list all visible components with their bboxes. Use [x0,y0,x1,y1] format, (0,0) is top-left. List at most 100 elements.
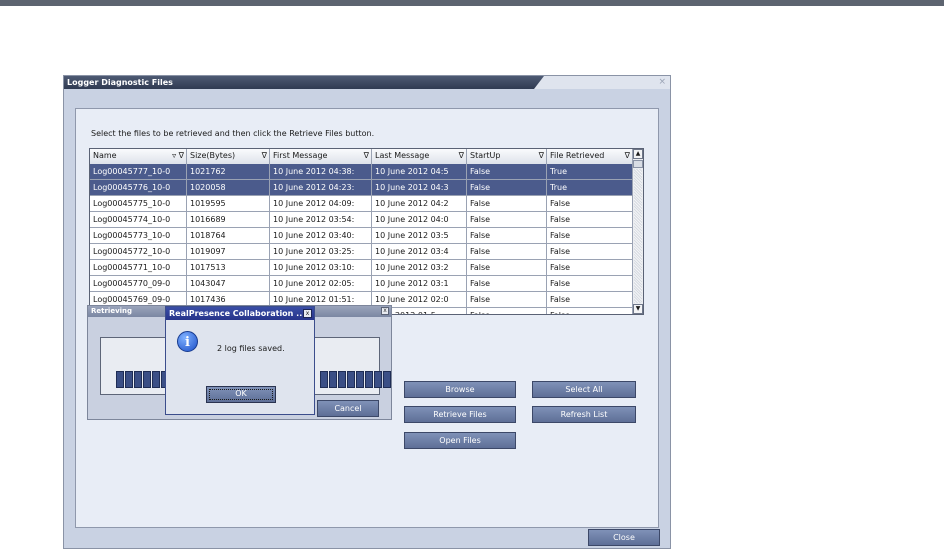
table-cell-startup: False [467,292,547,307]
table-cell-name: Log00045776_10-0 [90,180,187,195]
filter-icon[interactable]: ∇ [625,149,630,163]
table-cell-size: 1021762 [187,164,270,179]
progress-block [338,371,346,388]
table-row[interactable]: Log00045774_10-0 1016689 10 June 2012 03:5… [90,212,633,228]
table-cell-first: 10 June 2012 04:38: [270,164,372,179]
instruction-text: Select the files to be retrieved and the… [91,129,375,138]
column-header-size[interactable]: Size(Bytes) ∇ [187,149,270,164]
open-files-button[interactable]: Open Files [404,432,516,449]
table-cell-first: 10 June 2012 03:40: [270,228,372,243]
table-cell-retrieved: False [547,228,633,243]
info-icon: i [177,331,198,352]
table-row[interactable]: Log00045776_10-0 1020058 10 June 2012 04:2… [90,180,633,196]
select-all-button[interactable]: Select All [532,381,636,398]
progress-block [143,371,151,388]
table-cell-first: 10 June 2012 04:23: [270,180,372,195]
progress-bar-right [320,371,391,388]
table-cell-size: 1017513 [187,260,270,275]
progress-block [347,371,355,388]
progress-block [374,371,382,388]
close-icon[interactable]: × [658,76,666,88]
table-cell-name: Log00045773_10-0 [90,228,187,243]
table-cell-first: 10 June 2012 02:05: [270,276,372,291]
filter-icon[interactable]: ∇ [262,149,267,163]
progress-block [329,371,337,388]
table-cell-retrieved: False [547,292,633,307]
table-cell-startup: False [467,180,547,195]
window-title: Logger Diagnostic Files [64,76,544,89]
table-cell-last: 10 June 2012 03:5 [372,228,467,243]
progress-block [134,371,142,388]
close-icon[interactable]: x [381,307,389,315]
table-cell-retrieved: True [547,164,633,179]
table-cell-size: 1019097 [187,244,270,259]
close-button[interactable]: Close [588,529,660,546]
table-cell-retrieved: False [547,244,633,259]
progress-block [365,371,373,388]
table-cell-last: 10 June 2012 04:2 [372,196,467,211]
scroll-down-icon[interactable]: ▼ [633,304,643,314]
table-cell-last: 10 June 2012 03:4 [372,244,467,259]
column-header-last-message[interactable]: Last Message ∇ [372,149,467,164]
table-cell-startup: False [467,212,547,227]
scroll-track[interactable] [634,169,642,303]
progress-block [125,371,133,388]
retrieve-files-button[interactable]: Retrieve Files [404,406,516,423]
table-cell-retrieved: False [547,260,633,275]
table-cell-retrieved: False [547,276,633,291]
table-row[interactable]: Log00045770_09-0 1043047 10 June 2012 02:0… [90,276,633,292]
table-cell-name: Log00045775_10-0 [90,196,187,211]
column-header-name[interactable]: Name ▿ ∇ [90,149,187,164]
table-row[interactable]: Log00045772_10-0 1019097 10 June 2012 03:2… [90,244,633,260]
scroll-thumb[interactable] [633,160,643,168]
table-cell-last: 10 June 2012 04:3 [372,180,467,195]
ok-button[interactable]: OK [206,386,276,403]
table-cell-startup: False [467,308,547,314]
table-cell-retrieved: False [547,212,633,227]
table-cell-last: 10 June 2012 04:5 [372,164,467,179]
table-cell-startup: False [467,228,547,243]
table-row[interactable]: Log00045773_10-0 1018764 10 June 2012 03:4… [90,228,633,244]
progress-block [152,371,160,388]
table-cell-size: 1019595 [187,196,270,211]
table-cell-name: Log00045774_10-0 [90,212,187,227]
column-header-first-message[interactable]: First Message ∇ [270,149,372,164]
filter-icon[interactable]: ▿ ∇ [172,149,184,163]
table-row[interactable]: Log00045775_10-0 1019595 10 June 2012 04:0… [90,196,633,212]
scroll-up-icon[interactable]: ▲ [633,149,643,159]
table-cell-last: 10 June 2012 03:2 [372,260,467,275]
filter-icon[interactable]: ∇ [459,149,464,163]
progress-block [116,371,124,388]
table-header: Name ▿ ∇ Size(Bytes) ∇ First Message ∇ Last… [90,149,633,165]
close-icon[interactable]: x [303,309,312,318]
table-body: Log00045777_10-0 1021762 10 June 2012 04:3… [90,164,633,314]
column-header-startup[interactable]: StartUp ∇ [467,149,547,164]
table-cell-startup: False [467,196,547,211]
vertical-scrollbar[interactable]: ▲ ▼ [632,149,643,314]
table-cell-first: 10 June 2012 04:09: [270,196,372,211]
table-row[interactable]: Log00045777_10-0 1021762 10 June 2012 04:3… [90,164,633,180]
dialog-title: RealPresence Collaboration ... [166,307,314,320]
table-cell-last: 10 June 2012 04:0 [372,212,467,227]
browse-button[interactable]: Browse [404,381,516,398]
filter-icon[interactable]: ∇ [364,149,369,163]
table-cell-size: 1020058 [187,180,270,195]
filter-icon[interactable]: ∇ [539,149,544,163]
table-cell-name: Log00045777_10-0 [90,164,187,179]
table-cell-name: Log00045772_10-0 [90,244,187,259]
table-cell-first: 10 June 2012 03:10: [270,260,372,275]
table-cell-startup: False [467,260,547,275]
table-cell-last: 10 June 2012 03:1 [372,276,467,291]
table-cell-name: Log00045771_10-0 [90,260,187,275]
table-cell-startup: False [467,164,547,179]
table-cell-size: 1016689 [187,212,270,227]
column-header-file-retrieved[interactable]: File Retrieved ∇ [547,149,633,164]
title-bar-tail: × [534,76,670,89]
progress-block [320,371,328,388]
cancel-button[interactable]: Cancel [317,400,379,417]
table-cell-startup: False [467,276,547,291]
files-table: Name ▿ ∇ Size(Bytes) ∇ First Message ∇ Last… [89,148,644,315]
table-row[interactable]: Log00045771_10-0 1017513 10 June 2012 03:1… [90,260,633,276]
refresh-list-button[interactable]: Refresh List [532,406,636,423]
table-cell-size: 1018764 [187,228,270,243]
